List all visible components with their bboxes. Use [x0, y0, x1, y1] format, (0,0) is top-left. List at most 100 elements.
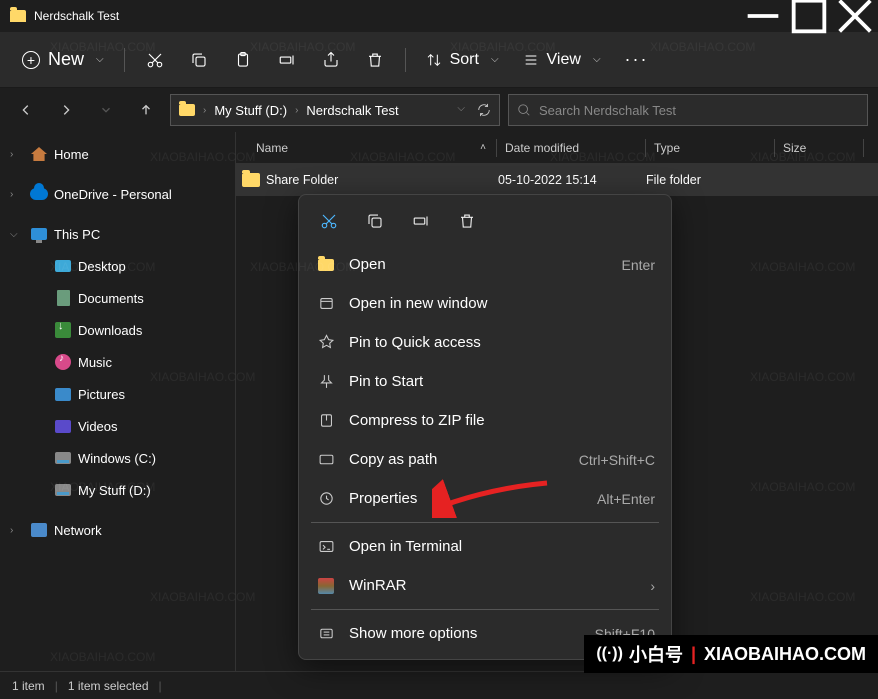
sort-asc-icon: ˄ — [480, 142, 486, 153]
properties-icon — [315, 488, 337, 510]
refresh-icon[interactable] — [477, 103, 491, 117]
ctx-properties[interactable]: Properties Alt+Enter — [305, 479, 665, 518]
column-headers: Name˄ Date modified Type Size — [236, 132, 878, 164]
path-icon — [315, 449, 337, 471]
separator — [405, 48, 406, 72]
chevron-down-icon: ⌵ — [96, 54, 104, 65]
delete-button[interactable] — [355, 40, 395, 80]
breadcrumb-item[interactable]: Nerdschalk Test — [306, 103, 398, 118]
cloud-icon — [30, 188, 48, 200]
column-type[interactable]: Type — [654, 141, 774, 155]
selection-count: 1 item selected — [68, 679, 149, 693]
breadcrumb-item[interactable]: My Stuff (D:) — [214, 103, 287, 118]
chevron-down-icon[interactable]: ⌵ — [457, 103, 465, 117]
search-input[interactable]: Search Nerdschalk Test — [508, 94, 868, 126]
column-size[interactable]: Size — [783, 141, 863, 155]
nav-home[interactable]: ›Home — [0, 138, 235, 170]
nav-onedrive[interactable]: ›OneDrive - Personal — [0, 178, 235, 210]
address-bar: › My Stuff (D:) › Nerdschalk Test ⌵ Sear… — [0, 88, 878, 132]
ctx-rename-button[interactable] — [407, 207, 435, 235]
folder-open-icon — [315, 254, 337, 276]
network-icon — [31, 523, 47, 537]
nav-documents[interactable]: Documents — [0, 282, 235, 314]
window-icon — [315, 293, 337, 315]
nav-desktop[interactable]: Desktop — [0, 250, 235, 282]
pin-icon — [315, 332, 337, 354]
plus-icon: + — [22, 51, 40, 69]
chevron-right-icon: › — [10, 149, 24, 160]
pc-icon — [31, 228, 47, 240]
terminal-icon — [315, 536, 337, 558]
share-button[interactable] — [311, 40, 351, 80]
paste-button[interactable] — [223, 40, 263, 80]
nav-downloads[interactable]: Downloads — [0, 314, 235, 346]
drive-icon — [55, 484, 71, 496]
folder-icon — [242, 173, 260, 187]
chevron-right-icon: › — [295, 105, 298, 116]
folder-icon — [10, 10, 26, 22]
drive-icon — [55, 452, 71, 464]
ctx-copy-button[interactable] — [361, 207, 389, 235]
chevron-right-icon: › — [10, 189, 24, 200]
ctx-terminal[interactable]: Open in Terminal — [305, 527, 665, 566]
minimize-button[interactable] — [740, 0, 786, 32]
separator — [124, 48, 125, 72]
forward-button[interactable] — [50, 94, 82, 126]
view-button[interactable]: View ⌵ — [513, 51, 611, 69]
search-placeholder: Search Nerdschalk Test — [539, 103, 676, 118]
cut-button[interactable] — [135, 40, 175, 80]
titlebar: Nerdschalk Test — [0, 0, 878, 32]
ctx-copy-path[interactable]: Copy as path Ctrl+Shift+C — [305, 440, 665, 479]
ctx-pin-start[interactable]: Pin to Start — [305, 362, 665, 401]
chevron-right-icon: › — [10, 525, 24, 536]
ctx-delete-button[interactable] — [453, 207, 481, 235]
watermark-badge: ((·)) 小白号 | XIAOBAIHAO.COM — [584, 635, 878, 673]
more-button[interactable]: ··· — [615, 49, 659, 70]
sort-button[interactable]: Sort ⌵ — [416, 51, 509, 69]
folder-icon — [179, 104, 195, 116]
desktop-icon — [55, 260, 71, 272]
nav-drive-c[interactable]: Windows (C:) — [0, 442, 235, 474]
search-icon — [517, 103, 531, 117]
rename-button[interactable] — [267, 40, 307, 80]
more-icon — [315, 623, 337, 645]
ctx-open[interactable]: Open Enter — [305, 245, 665, 284]
column-name[interactable]: Name˄ — [236, 141, 496, 155]
ctx-compress-zip[interactable]: Compress to ZIP file — [305, 401, 665, 440]
menu-divider — [311, 609, 659, 610]
chevron-down-icon: ⌵ — [10, 229, 24, 240]
winrar-icon — [315, 575, 337, 597]
column-date[interactable]: Date modified — [505, 141, 645, 155]
nav-music[interactable]: Music — [0, 346, 235, 378]
file-row[interactable]: Share Folder 05-10-2022 15:14 File folde… — [236, 164, 878, 196]
chevron-down-icon: ⌵ — [491, 54, 499, 65]
up-button[interactable] — [130, 94, 162, 126]
address-field[interactable]: › My Stuff (D:) › Nerdschalk Test ⌵ — [170, 94, 500, 126]
recent-button[interactable] — [90, 94, 122, 126]
copy-button[interactable] — [179, 40, 219, 80]
zip-icon — [315, 410, 337, 432]
sort-label: Sort — [450, 51, 479, 69]
menu-divider — [311, 522, 659, 523]
nav-network[interactable]: ›Network — [0, 514, 235, 546]
status-bar: 1 item | 1 item selected | — [0, 671, 878, 699]
context-menu: Open Enter Open in new window Pin to Qui… — [298, 194, 672, 660]
nav-pictures[interactable]: Pictures — [0, 378, 235, 410]
close-button[interactable] — [832, 0, 878, 32]
maximize-button[interactable] — [786, 0, 832, 32]
ctx-cut-button[interactable] — [315, 207, 343, 235]
music-icon — [55, 354, 71, 370]
pictures-icon — [55, 388, 71, 401]
ctx-open-new-window[interactable]: Open in new window — [305, 284, 665, 323]
signal-icon: ((·)) — [596, 645, 623, 663]
back-button[interactable] — [10, 94, 42, 126]
new-button[interactable]: + New ⌵ — [12, 43, 114, 76]
nav-thispc[interactable]: ⌵This PC — [0, 218, 235, 250]
toolbar: + New ⌵ Sort ⌵ View ⌵ ··· — [0, 32, 878, 88]
nav-videos[interactable]: Videos — [0, 410, 235, 442]
home-icon — [31, 147, 47, 161]
chevron-down-icon: ⌵ — [593, 54, 601, 65]
ctx-winrar[interactable]: WinRAR › — [305, 566, 665, 605]
nav-drive-d[interactable]: My Stuff (D:) — [0, 474, 235, 506]
ctx-pin-quick[interactable]: Pin to Quick access — [305, 323, 665, 362]
